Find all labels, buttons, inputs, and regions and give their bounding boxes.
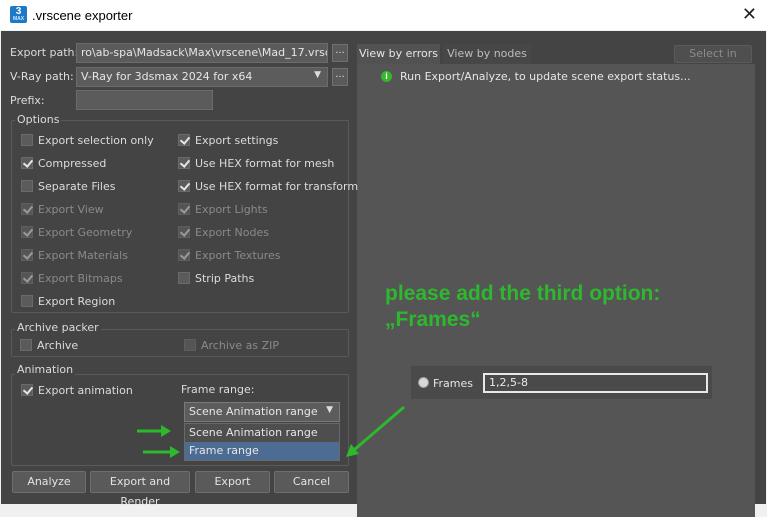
arrowhead-icon: [161, 425, 171, 437]
right-option-row[interactable]: Export Textures: [178, 247, 281, 263]
left-option-row[interactable]: Export Region: [21, 293, 115, 309]
checkbox[interactable]: [21, 226, 33, 238]
checkbox[interactable]: [21, 203, 33, 215]
checkbox[interactable]: [21, 134, 33, 146]
right-option-row[interactable]: Export settings: [178, 132, 278, 148]
left-option-row[interactable]: Export selection only: [21, 132, 154, 148]
option-label: Export Geometry: [38, 225, 133, 239]
checkbox[interactable]: [178, 226, 190, 238]
checkbox[interactable]: [21, 295, 33, 307]
close-icon[interactable]: ✕: [742, 4, 757, 24]
checkbox[interactable]: [178, 249, 190, 261]
checkbox[interactable]: [178, 180, 190, 192]
checkbox[interactable]: [21, 180, 33, 192]
right-option-row[interactable]: Export Nodes: [178, 224, 269, 240]
option-label: Compressed: [38, 156, 107, 170]
checkbox[interactable]: [178, 157, 190, 169]
checkbox[interactable]: [178, 272, 190, 284]
left-option-row[interactable]: Export Geometry: [21, 224, 132, 240]
annotation-arrows: [137, 405, 405, 458]
option-label: Use HEX format for transform: [195, 179, 359, 193]
left-option-row[interactable]: Export View: [21, 201, 104, 217]
checkbox[interactable]: [178, 134, 190, 146]
right-option-row[interactable]: Strip Paths: [178, 270, 254, 286]
option-label: Export settings: [195, 133, 279, 147]
option-label: Export View: [38, 202, 104, 216]
left-option-row[interactable]: Compressed: [21, 155, 106, 171]
option-label: Export selection only: [38, 133, 154, 147]
option-label: Export Region: [38, 294, 116, 308]
window-title: .vrscene exporter: [32, 8, 133, 23]
option-label: Export Lights: [195, 202, 268, 216]
3dsmax-app-icon: 3 MAX: [10, 6, 27, 23]
checkbox[interactable]: [178, 203, 190, 215]
checkbox[interactable]: [21, 157, 33, 169]
option-label: Export Materials: [38, 248, 128, 262]
option-label: Separate Files: [38, 179, 116, 193]
right-option-row[interactable]: Export Lights: [178, 201, 268, 217]
right-option-row[interactable]: Use HEX format for mesh: [178, 155, 334, 171]
option-label: Use HEX format for mesh: [195, 156, 335, 170]
right-option-row[interactable]: Use HEX format for transform: [178, 178, 358, 194]
app-icon-sub: MAX: [12, 16, 25, 22]
left-option-row[interactable]: Export Materials: [21, 247, 128, 263]
left-option-row[interactable]: Separate Files: [21, 178, 115, 194]
arrowhead-icon: [170, 446, 180, 458]
option-label: Export Textures: [195, 248, 281, 262]
checkbox[interactable]: [21, 272, 33, 284]
arrow-diagonal-icon: [353, 405, 405, 452]
title-bar: 3 MAX .vrscene exporter ✕: [0, 0, 767, 30]
option-label: Strip Paths: [195, 271, 255, 285]
option-label: Export Bitmaps: [38, 271, 123, 285]
left-option-row[interactable]: Export Bitmaps: [21, 270, 123, 286]
option-label: Export Nodes: [195, 225, 269, 239]
dialog-body: Export path: ro\ab-spa\Madsack\Max\vrsce…: [1, 31, 766, 517]
checkbox[interactable]: [21, 249, 33, 261]
